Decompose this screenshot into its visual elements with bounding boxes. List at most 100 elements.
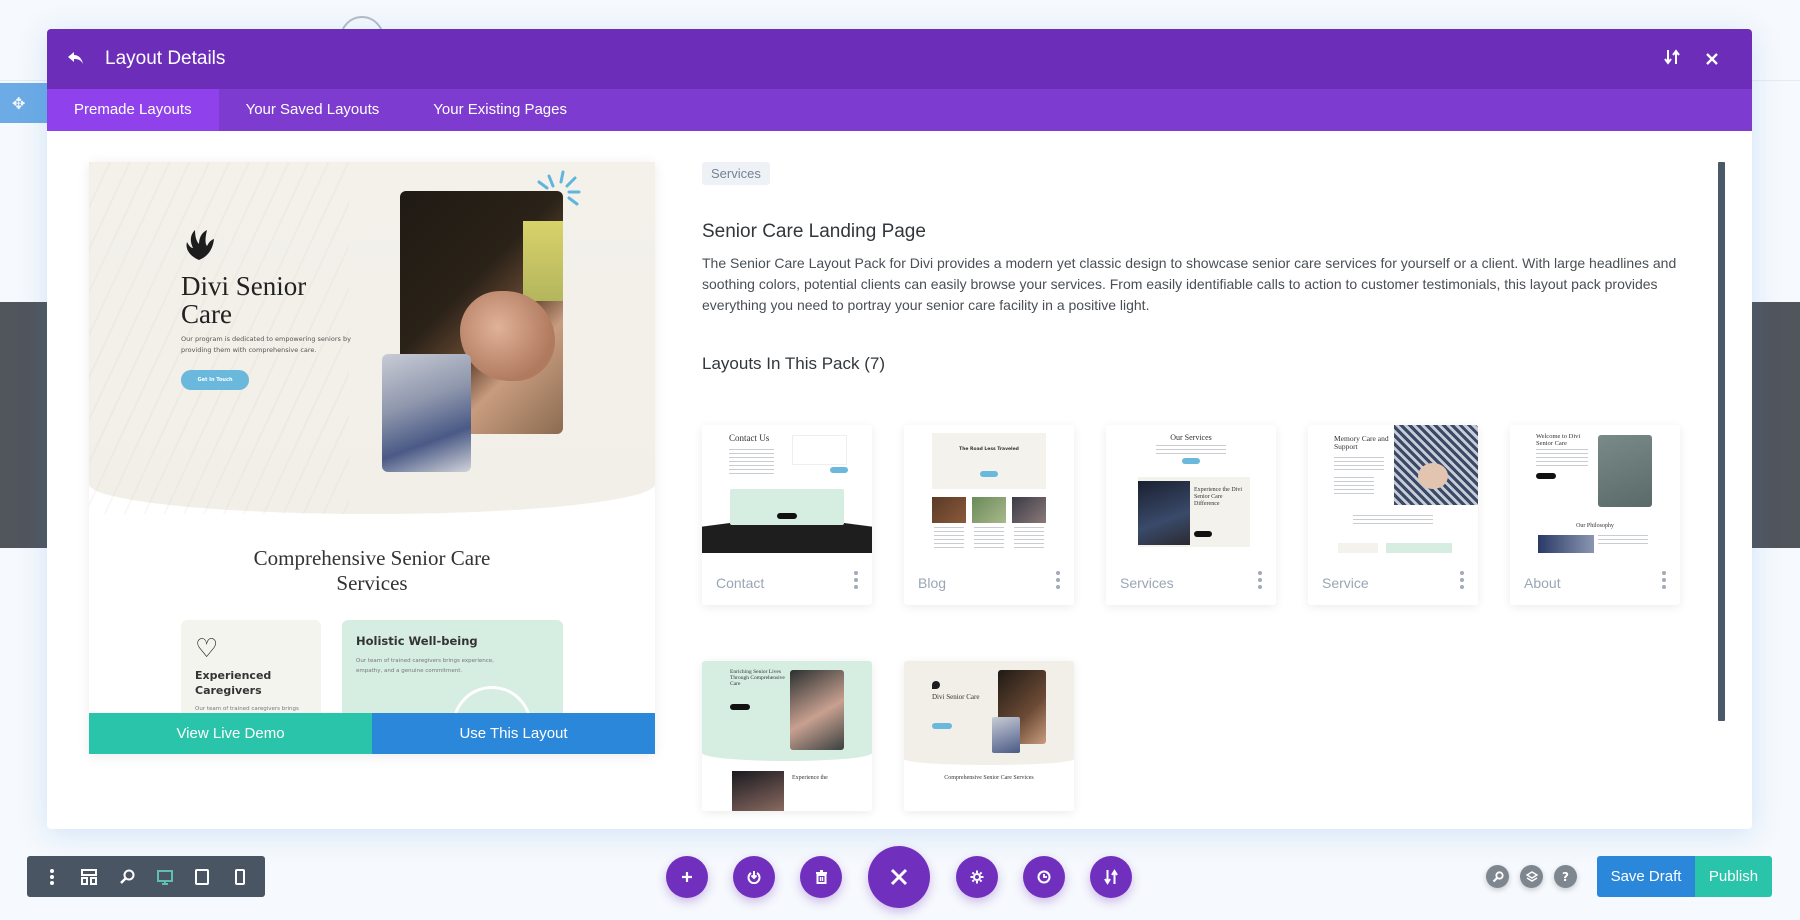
- thumb-text: [934, 527, 964, 549]
- thumb-text: [1014, 527, 1044, 549]
- zoom-icon[interactable]: [114, 864, 140, 890]
- card-title: Experienced Caregivers: [195, 669, 272, 697]
- delete-button[interactable]: [800, 856, 842, 898]
- layout-thumbnail: The Road Less Traveled: [904, 425, 1074, 553]
- layout-card-landing-beige[interactable]: Divi Senior Care Comprehensive Senior Ca…: [904, 661, 1074, 811]
- thumb-image: [1012, 497, 1046, 523]
- thumb-title: The Road Less Traveled: [959, 447, 1019, 452]
- layouts-heading: Layouts In This Pack (7): [702, 354, 885, 373]
- preview-hero-title: Divi Senior Care: [181, 271, 307, 329]
- sort-arrows-icon[interactable]: [1652, 47, 1692, 71]
- save-draft-button[interactable]: Save Draft: [1597, 856, 1695, 897]
- layout-card-services[interactable]: Our Services Experience the Divi Senior …: [1106, 425, 1276, 605]
- layout-thumbnail: Contact Us: [702, 425, 872, 553]
- thumb-button: [1182, 458, 1200, 464]
- help-icon[interactable]: ?: [1554, 865, 1577, 888]
- more-options-icon[interactable]: [854, 571, 858, 589]
- photo-detail: [460, 291, 555, 381]
- thumb-title: Divi Senior Care: [932, 693, 980, 701]
- card-text: Our team of trained caregivers brings ex…: [356, 658, 494, 674]
- heart-icon: ♡: [195, 634, 219, 664]
- layout-thumbnail: Welcome to Divi Senior Care Our Philosop…: [1510, 425, 1680, 553]
- thumb-image: [1598, 435, 1652, 507]
- history-button[interactable]: [1023, 856, 1065, 898]
- tab-existing-pages[interactable]: Your Existing Pages: [406, 89, 594, 131]
- preview-section-title: Comprehensive Senior Care Services: [89, 546, 655, 596]
- thumb-title: Contact Us: [729, 433, 770, 443]
- save-publish-group: Save Draft Publish: [1597, 856, 1772, 897]
- layout-tabs: Premade Layouts Your Saved Layouts Your …: [47, 89, 1752, 131]
- view-mode-toolbar: [27, 856, 265, 897]
- thumb-button: [932, 723, 952, 729]
- thumb-text: [1353, 515, 1433, 525]
- thumb-image: [972, 497, 1006, 523]
- close-settings-button[interactable]: [868, 846, 930, 908]
- thumb-subtitle: Experience the: [792, 775, 828, 781]
- leaf-logo-icon: [186, 230, 214, 260]
- layout-card-label: Services: [1120, 575, 1174, 591]
- thumb-card: [1338, 543, 1378, 553]
- thumb-text: [1156, 445, 1226, 455]
- thumb-subtitle: Our Philosophy: [1576, 523, 1614, 529]
- sort-arrows-button[interactable]: [1090, 856, 1132, 898]
- layout-card-about[interactable]: Welcome to Divi Senior Care Our Philosop…: [1510, 425, 1680, 605]
- thumb-image: [992, 717, 1020, 753]
- tab-premade-layouts[interactable]: Premade Layouts: [47, 89, 219, 131]
- layout-thumbnail: Divi Senior Care Comprehensive Senior Ca…: [904, 661, 1074, 811]
- preview-section-title-text: Comprehensive Senior Care Services: [253, 546, 491, 595]
- more-vertical-icon[interactable]: [39, 864, 65, 890]
- thumb-image: [932, 497, 966, 523]
- use-this-layout-button[interactable]: Use This Layout: [372, 713, 655, 754]
- layout-card-service[interactable]: Memory Care and Support Service: [1308, 425, 1478, 605]
- layout-card-blog[interactable]: The Road Less Traveled Blog: [904, 425, 1074, 605]
- sparkle-icon: [537, 170, 581, 206]
- view-live-demo-button[interactable]: View Live Demo: [89, 713, 372, 754]
- senior-reading-photo: [382, 354, 471, 472]
- layers-icon[interactable]: [1520, 865, 1543, 888]
- thumb-title: Memory Care and Support: [1334, 434, 1389, 451]
- layout-card-label: Service: [1322, 575, 1369, 591]
- thumb-image: [1538, 535, 1594, 553]
- thumb-image: [1138, 481, 1190, 545]
- settings-button[interactable]: [956, 856, 998, 898]
- layout-card-contact[interactable]: Contact Us Contact: [702, 425, 872, 605]
- layout-card-label: About: [1524, 575, 1561, 591]
- layout-card-landing-green[interactable]: Enriching Senior Lives Through Comprehen…: [702, 661, 872, 811]
- thumb-button: [980, 471, 998, 477]
- layout-title: Senior Care Landing Page: [702, 221, 926, 242]
- category-tag[interactable]: Services: [702, 162, 770, 185]
- wireframe-icon[interactable]: [76, 864, 102, 890]
- publish-button[interactable]: Publish: [1695, 856, 1772, 897]
- tab-saved-layouts[interactable]: Your Saved Layouts: [219, 89, 407, 131]
- modal-title: Layout Details: [105, 48, 226, 69]
- move-icon[interactable]: ✥: [12, 94, 25, 113]
- dark-section-right: [1752, 302, 1800, 548]
- thumb-subtitle: Experience the Divi Senior Care Differen…: [1194, 487, 1242, 507]
- add-button[interactable]: [666, 856, 708, 898]
- portability-button[interactable]: [733, 856, 775, 898]
- more-options-icon[interactable]: [1056, 571, 1060, 589]
- leaf-logo-icon: [932, 681, 940, 689]
- more-options-icon[interactable]: [1258, 571, 1262, 589]
- preview-hero-subtitle: Our program is dedicated to empowering s…: [181, 335, 351, 354]
- desktop-view-icon[interactable]: [152, 864, 178, 890]
- thumb-form: [792, 435, 847, 465]
- search-icon[interactable]: [1486, 865, 1509, 888]
- thumb-subtitle: Comprehensive Senior Care Services: [944, 775, 1034, 781]
- more-options-icon[interactable]: [1662, 571, 1666, 589]
- thumb-button: [777, 513, 797, 519]
- tablet-view-icon[interactable]: [189, 864, 215, 890]
- thumb-button: [1194, 531, 1212, 537]
- preview-hero-button: Get In Touch: [181, 370, 249, 390]
- thumb-text: [1536, 449, 1588, 467]
- more-options-icon[interactable]: [1460, 571, 1464, 589]
- layout-thumbnail: Memory Care and Support: [1308, 425, 1478, 553]
- back-arrow-icon[interactable]: [67, 47, 97, 71]
- thumb-list: [1334, 477, 1374, 495]
- phone-view-icon[interactable]: [227, 864, 253, 890]
- page-settings-toolbar: [666, 846, 1132, 908]
- layout-preview[interactable]: Divi Senior Care Our program is dedicate…: [89, 162, 655, 754]
- scrollbar[interactable]: [1718, 162, 1725, 721]
- close-icon[interactable]: [1692, 47, 1732, 71]
- thumb-hero: [702, 661, 872, 761]
